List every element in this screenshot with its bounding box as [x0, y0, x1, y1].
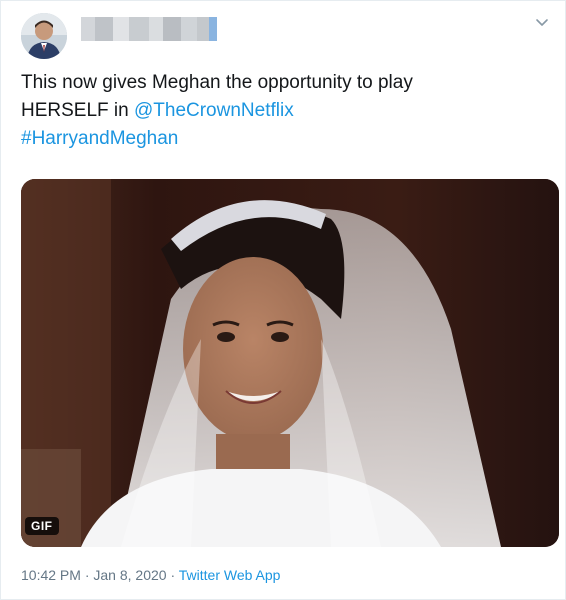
tweet-timestamp-link[interactable]: 10:42 PM · Jan 8, 2020	[21, 567, 167, 583]
tweet-source-link[interactable]: Twitter Web App	[179, 567, 281, 583]
tweet-card: This now gives Meghan the opportunity to…	[0, 0, 566, 600]
tweet-text: This now gives Meghan the opportunity to…	[21, 69, 541, 153]
gif-badge: GIF	[25, 517, 59, 535]
meta-separator: ·	[84, 567, 90, 583]
avatar[interactable]	[21, 13, 67, 59]
tweet-time: 10:42 PM	[21, 567, 81, 583]
blurred-username	[81, 17, 217, 41]
tweet-text-line1: This now gives Meghan the opportunity to…	[21, 72, 413, 93]
tweet-metadata: 10:42 PM · Jan 8, 2020 · Twitter Web App	[21, 567, 280, 583]
avatar-photo-icon	[21, 13, 67, 59]
mention-link[interactable]: @TheCrownNetflix	[134, 100, 294, 121]
tweet-text-line2: HERSELF in	[21, 100, 134, 121]
meta-separator: ·	[170, 567, 176, 583]
hashtag-link[interactable]: #HarryandMeghan	[21, 125, 541, 153]
tweet-date: Jan 8, 2020	[93, 567, 167, 583]
bride-gif-image	[21, 179, 559, 547]
gif-media[interactable]	[21, 179, 559, 547]
chevron-down-icon[interactable]	[533, 13, 551, 31]
